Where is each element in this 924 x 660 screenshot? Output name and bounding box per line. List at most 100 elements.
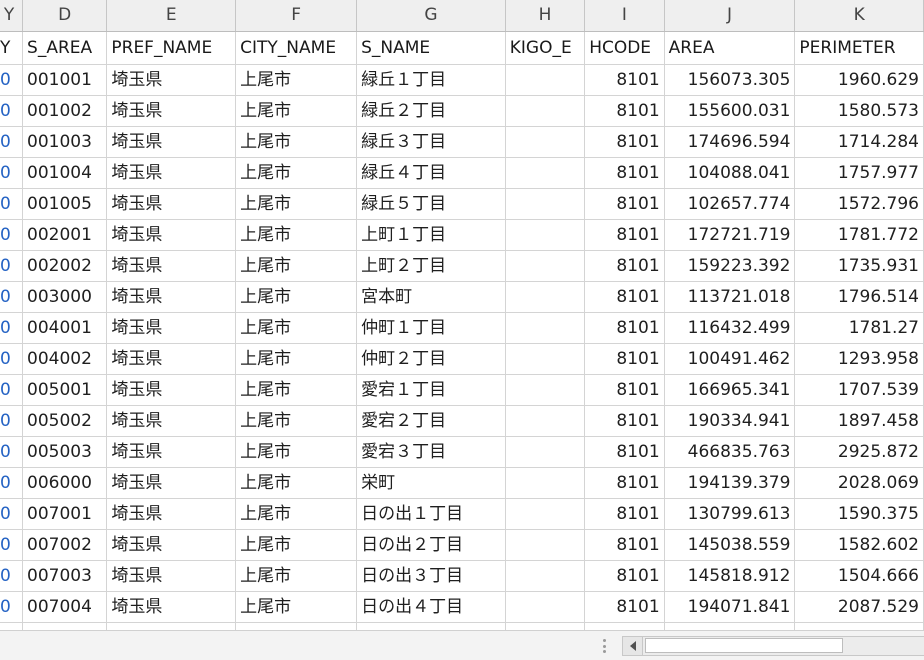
cell-area[interactable]: 194071.841 [664, 591, 796, 623]
cell-city[interactable]: 上尾市 [235, 281, 358, 313]
cell-s_area[interactable]: 004001 [22, 312, 108, 344]
cell-area[interactable]: 190334.941 [664, 405, 796, 437]
cell-pref[interactable]: 埼玉県 [106, 374, 237, 406]
cell-area[interactable]: 100491.462 [664, 343, 796, 375]
cell-city[interactable]: 上尾市 [235, 591, 358, 623]
cell-s_name[interactable]: 緑丘５丁目 [356, 188, 506, 220]
cell-kigo_e[interactable] [505, 498, 586, 530]
cell-kigo_e[interactable] [505, 312, 586, 344]
cell-perimeter[interactable]: 1897.458 [794, 405, 924, 437]
cell-s_name[interactable]: 日の出４丁目 [356, 591, 506, 623]
cell-area[interactable]: 145038.559 [664, 529, 796, 561]
cell-kigo_e[interactable] [505, 529, 586, 561]
cell-perimeter[interactable]: 1572.796 [794, 188, 924, 220]
cell-s_area[interactable]: 004002 [22, 343, 108, 375]
cell-lead[interactable]: 0 [0, 405, 24, 437]
cell-pref[interactable]: 埼玉県 [106, 219, 237, 251]
cell-lead[interactable]: 0 [0, 95, 24, 127]
cell-s_name[interactable]: 上町１丁目 [356, 219, 506, 251]
cell-city[interactable]: 上尾市 [235, 219, 358, 251]
cell-lead[interactable]: 0 [0, 529, 24, 561]
cell-hcode[interactable]: 8101 [584, 343, 665, 375]
cell-lead[interactable]: 0 [0, 436, 24, 468]
cell-lead[interactable]: 0 [0, 467, 24, 499]
cell-hcode[interactable]: 8101 [584, 64, 665, 96]
cell-area[interactable]: 130799.613 [664, 498, 796, 530]
cell-city[interactable]: 上尾市 [235, 498, 358, 530]
cell-s_area[interactable]: 001005 [22, 188, 108, 220]
cell-s_name[interactable]: 緑丘４丁目 [356, 157, 506, 189]
cell-empty[interactable] [0, 622, 24, 630]
cell-s_area[interactable]: 005001 [22, 374, 108, 406]
cell-hcode[interactable]: 8101 [584, 281, 665, 313]
cell-city[interactable]: 上尾市 [235, 95, 358, 127]
cell-lead[interactable]: 0 [0, 250, 24, 282]
cell-area[interactable]: 194139.379 [664, 467, 796, 499]
cell-s_area[interactable]: 002001 [22, 219, 108, 251]
column-header-g[interactable]: G [356, 0, 506, 32]
cell-s_area[interactable]: 005002 [22, 405, 108, 437]
cell-pref[interactable]: 埼玉県 [106, 188, 237, 220]
cell-area[interactable]: 113721.018 [664, 281, 796, 313]
cell-kigo_e[interactable] [505, 64, 586, 96]
cell-kigo_e[interactable] [505, 436, 586, 468]
cell-city[interactable]: 上尾市 [235, 467, 358, 499]
cell-s_area[interactable]: 007002 [22, 529, 108, 561]
cell-s_name[interactable]: 日の出３丁目 [356, 560, 506, 592]
column-header-f[interactable]: F [235, 0, 358, 32]
cell-lead[interactable]: 0 [0, 219, 24, 251]
cell-area[interactable]: 166965.341 [664, 374, 796, 406]
cell-pref[interactable]: 埼玉県 [106, 250, 237, 282]
cell-s_name[interactable]: 日の出１丁目 [356, 498, 506, 530]
cell-area[interactable]: 174696.594 [664, 126, 796, 158]
cell-hcode[interactable]: 8101 [584, 312, 665, 344]
cell-lead[interactable]: 0 [0, 281, 24, 313]
cell-lead[interactable]: 0 [0, 498, 24, 530]
cell-area[interactable]: 172721.719 [664, 219, 796, 251]
cell-lead[interactable]: 0 [0, 188, 24, 220]
cell-s_area[interactable]: 007003 [22, 560, 108, 592]
field-header-k[interactable]: PERIMETER [794, 31, 924, 65]
cell-city[interactable]: 上尾市 [235, 436, 358, 468]
cell-s_area[interactable]: 001001 [22, 64, 108, 96]
field-header-y[interactable]: Y [0, 31, 24, 65]
cell-kigo_e[interactable] [505, 343, 586, 375]
cell-hcode[interactable]: 8101 [584, 467, 665, 499]
field-header-g[interactable]: S_NAME [356, 31, 506, 65]
cell-s_name[interactable]: 日の出２丁目 [356, 529, 506, 561]
cell-perimeter[interactable]: 2087.529 [794, 591, 924, 623]
cell-s_name[interactable]: 愛宕１丁目 [356, 374, 506, 406]
cell-s_name[interactable]: 上町２丁目 [356, 250, 506, 282]
cell-city[interactable]: 上尾市 [235, 529, 358, 561]
field-header-e[interactable]: PREF_NAME [106, 31, 237, 65]
cell-empty[interactable] [505, 622, 586, 630]
cell-perimeter[interactable]: 1504.666 [794, 560, 924, 592]
cell-hcode[interactable]: 8101 [584, 219, 665, 251]
cell-city[interactable]: 上尾市 [235, 157, 358, 189]
cell-s_name[interactable]: 愛宕２丁目 [356, 405, 506, 437]
cell-pref[interactable]: 埼玉県 [106, 312, 237, 344]
cell-s_area[interactable]: 002002 [22, 250, 108, 282]
cell-lead[interactable]: 0 [0, 312, 24, 344]
cell-s_area[interactable]: 007004 [22, 591, 108, 623]
cell-pref[interactable]: 埼玉県 [106, 436, 237, 468]
cell-pref[interactable]: 埼玉県 [106, 126, 237, 158]
field-header-j[interactable]: AREA [664, 31, 796, 65]
cell-pref[interactable]: 埼玉県 [106, 64, 237, 96]
cell-lead[interactable]: 0 [0, 374, 24, 406]
cell-s_name[interactable]: 仲町１丁目 [356, 312, 506, 344]
cell-s_name[interactable]: 仲町２丁目 [356, 343, 506, 375]
cell-s_area[interactable]: 006000 [22, 467, 108, 499]
cell-kigo_e[interactable] [505, 591, 586, 623]
cell-hcode[interactable]: 8101 [584, 529, 665, 561]
column-header-d[interactable]: D [22, 0, 108, 32]
cell-s_area[interactable]: 007001 [22, 498, 108, 530]
cell-perimeter[interactable]: 1580.573 [794, 95, 924, 127]
cell-perimeter[interactable]: 1757.977 [794, 157, 924, 189]
cell-pref[interactable]: 埼玉県 [106, 343, 237, 375]
cell-empty[interactable] [22, 622, 108, 630]
field-header-f[interactable]: CITY_NAME [235, 31, 358, 65]
cell-city[interactable]: 上尾市 [235, 405, 358, 437]
cell-pref[interactable]: 埼玉県 [106, 157, 237, 189]
cell-s_area[interactable]: 001002 [22, 95, 108, 127]
